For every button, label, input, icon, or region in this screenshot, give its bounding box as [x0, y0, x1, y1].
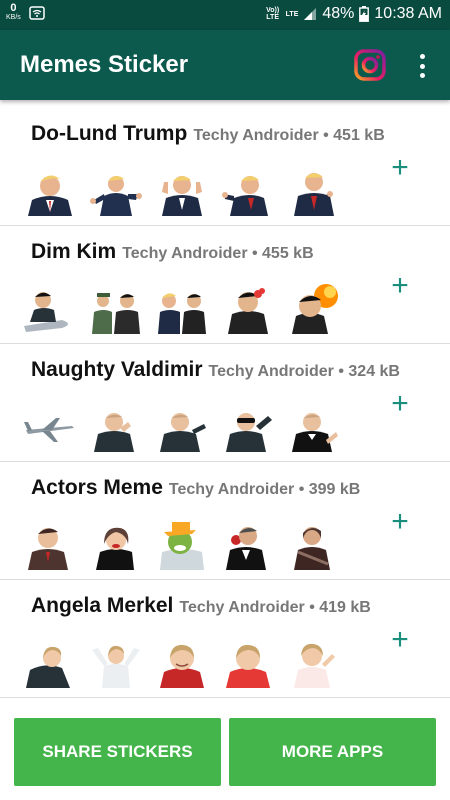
add-pack-button[interactable]: + [387, 153, 413, 183]
more-apps-button[interactable]: MORE APPS [229, 718, 436, 786]
network-speed-unit: KB/s [6, 14, 21, 21]
bottom-action-bar: SHARE STICKERS MORE APPS [0, 706, 450, 800]
add-pack-button[interactable]: + [387, 271, 413, 301]
status-bar: 0 KB/s Vo)) LTE LTE 48% 10:38 AM [0, 0, 450, 30]
sticker-thumbnail [24, 418, 74, 442]
sticker-thumbnail [162, 176, 202, 216]
sticker-thumbnail [226, 527, 266, 570]
sticker-thumbnail [24, 292, 68, 332]
sticker-pack-item[interactable]: Naughty Valdimir Techy Androider • 324 kB… [0, 344, 450, 462]
sticker-thumbnail [292, 413, 338, 452]
sticker-thumbnail [96, 527, 134, 570]
sticker-pack-item[interactable]: Dim Kim Techy Androider • 455 kB + [0, 226, 450, 344]
sticker-thumbnail [226, 644, 270, 688]
sticker-thumbnail [226, 413, 272, 452]
app-title: Memes Sticker [20, 51, 189, 78]
menu-dot [419, 73, 425, 78]
sticker-preview-row [24, 164, 340, 216]
add-pack-button[interactable]: + [387, 625, 413, 655]
share-stickers-button[interactable]: SHARE STICKERS [14, 718, 221, 786]
signal-icon [304, 8, 317, 20]
pack-meta: Techy Androider • 399 kB [168, 481, 361, 498]
app-bar: Memes Sticker [0, 30, 450, 100]
instagram-icon[interactable] [354, 49, 386, 81]
sticker-pack-item[interactable]: Angela Merkel Techy Androider • 419 kB + [0, 580, 450, 698]
wifi-icon [29, 6, 45, 20]
pack-meta: Techy Androider • 419 kB [179, 599, 371, 616]
sticker-preview-row [24, 282, 340, 334]
pack-name: Do-Lund Trump [31, 122, 188, 145]
add-pack-button[interactable]: + [387, 389, 413, 419]
volte-indicator: Vo)) LTE [266, 7, 280, 21]
sticker-thumbnail [28, 175, 72, 216]
add-pack-button[interactable]: + [387, 507, 413, 537]
sticker-thumbnail [160, 644, 204, 688]
pack-header: Dim Kim Techy Androider • 455 kB [31, 240, 434, 264]
sticker-thumbnail [294, 643, 335, 688]
sticker-thumbnail [158, 293, 206, 334]
pack-header: Angela Merkel Techy Androider • 419 kB [31, 594, 434, 618]
pack-name: Naughty Valdimir [31, 358, 203, 381]
sticker-thumbnail [160, 413, 206, 452]
pack-header: Do-Lund Trump Techy Androider • 451 kB [31, 122, 434, 146]
pack-meta: Techy Androider • 455 kB [122, 245, 314, 262]
sticker-thumbnail [294, 173, 334, 216]
sticker-preview-row [24, 400, 340, 452]
sticker-thumbnail [92, 645, 140, 688]
sticker-pack-list: Do-Lund Trump Techy Androider • 451 kB + [0, 108, 450, 698]
pack-meta: Techy Androider • 451 kB [193, 127, 385, 144]
sticker-pack-item[interactable]: Do-Lund Trump Techy Androider • 451 kB + [0, 108, 450, 226]
sticker-preview-row [24, 636, 340, 688]
lte-indicator: LTE [285, 10, 299, 18]
sticker-thumbnail [28, 528, 68, 570]
pack-name: Actors Meme [31, 476, 163, 499]
sticker-thumbnail [94, 413, 134, 452]
network-speed: 0 KB/s [6, 3, 21, 23]
sticker-thumbnail [222, 176, 268, 216]
menu-dot [419, 63, 425, 69]
clock: 10:38 AM [374, 5, 442, 22]
pack-name: Angela Merkel [31, 594, 174, 617]
menu-dot [419, 54, 425, 59]
pack-name: Dim Kim [31, 240, 117, 263]
sticker-thumbnail [90, 175, 142, 216]
sticker-thumbnail [294, 527, 330, 570]
sticker-thumbnail [292, 284, 338, 334]
sticker-thumbnail [228, 288, 268, 334]
sticker-thumbnail [26, 646, 70, 688]
pack-meta: Techy Androider • 324 kB [208, 363, 400, 380]
pack-header: Actors Meme Techy Androider • 399 kB [31, 476, 434, 500]
sticker-preview-row [24, 518, 340, 570]
battery-charging-icon [359, 6, 370, 22]
battery-percent: 48% [322, 5, 355, 22]
pack-header: Naughty Valdimir Techy Androider • 324 kB [31, 358, 434, 382]
overflow-menu-icon[interactable] [410, 52, 434, 80]
sticker-thumbnail [160, 522, 204, 570]
sticker-pack-item[interactable]: Actors Meme Techy Androider • 399 kB + [0, 462, 450, 580]
sticker-thumbnail [92, 293, 140, 334]
